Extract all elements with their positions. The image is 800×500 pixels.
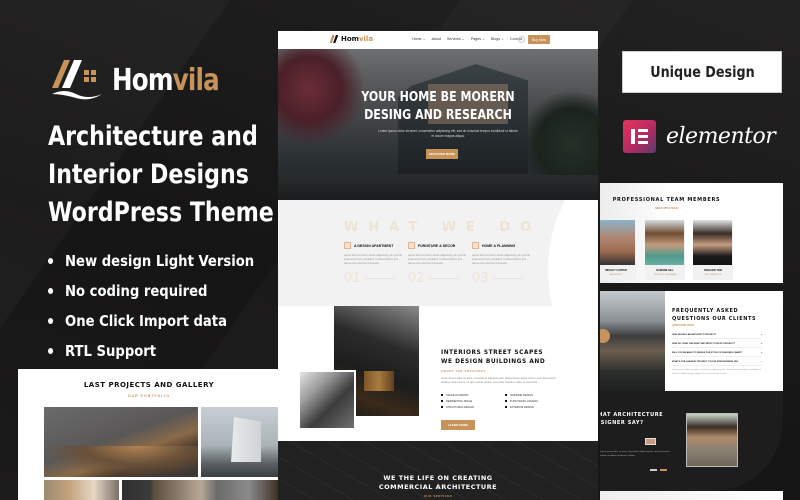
gallery-image-interior (122, 480, 280, 500)
staircase-image (298, 370, 356, 430)
search-icon[interactable] (518, 36, 525, 43)
homvila-logo-icon (52, 60, 102, 100)
interiors-title: INTERIORS STREET SCAPES WE DESIGN BUILDI… (441, 348, 546, 365)
site-navbar: Hom vila Home ⌄ About Services ⌄ Pages ⌄ … (278, 31, 598, 49)
feature-list: New design Light Version No coding requi… (48, 246, 291, 366)
gallery-image-modern-house (201, 407, 280, 477)
nav-item-pages[interactable]: Pages ⌄ (471, 37, 485, 41)
feature-item: No coding required (48, 276, 254, 306)
plus-icon: + (760, 343, 762, 345)
hero-text: Lorem ipsum dolor sit amet, consectetur … (378, 129, 518, 138)
commercial-subtitle: OUR SERVICES (423, 494, 453, 498)
slider-dots (650, 469, 667, 471)
website-mockup: Hom vila Home ⌄ About Services ⌄ Pages ⌄ … (278, 31, 598, 500)
team-section: PROFESSIONAL TEAM MEMBERS MEET WITH TEAM… (600, 183, 783, 283)
nav-menu: Home ⌄ About Services ⌄ Pages ⌄ Blogs ⌄ … (412, 37, 522, 41)
faq-question[interactable]: HOW DO I FIND THE RIGHT ARCHITECT FOR MY… (672, 341, 762, 348)
service-card[interactable]: HOME & PLANNING Ipsum dolor sit amet, di… (472, 242, 532, 286)
headline-line: WordPress Theme (48, 197, 274, 228)
interiors-text: Lorem ipsum dolor sit amet, consectetur … (441, 377, 556, 384)
furniture-icon (408, 242, 415, 249)
nav-item-blogs[interactable]: Blogs ⌄ (491, 37, 504, 41)
elementor-icon (623, 120, 656, 153)
team-member-card[interactable]: RAMONE HILL INTERIOR DESIGNER (645, 220, 685, 280)
nav-item-about[interactable]: About (432, 37, 441, 41)
team-member-card[interactable]: WESLEY CARTER ARCHITECT (600, 220, 636, 280)
site-logo[interactable]: Hom vila (330, 35, 373, 43)
unique-design-badge: Unique Design (622, 51, 782, 93)
feature-list-right: INTERIOR DESIGN FUNCTIONAL AFFAIRS EXTER… (505, 392, 538, 410)
plus-icon: + (760, 352, 762, 354)
inner-page-preview: PROFESSIONAL TEAM MEMBERS MEET WITH TEAM… (600, 183, 783, 500)
feature-item: One Click Import data (48, 306, 254, 336)
faq-question[interactable]: WILL YOU BE ABLE TO DESIGN THE STYLE OF … (672, 350, 762, 357)
promo-headline: Architecture and Interior Designs WordPr… (48, 118, 310, 232)
bullet-icon (48, 288, 54, 294)
feature-list-left: SPACE PLANNING RESIDENTIAL SPACE STRUCTU… (441, 392, 474, 410)
elementor-label: elementor (666, 124, 776, 149)
member-photo (645, 220, 684, 265)
planning-icon (472, 242, 479, 249)
commercial-title: WE THE LIFE ON CREATING COMMERCIAL ARCHI… (378, 474, 498, 491)
faq-house-image (600, 291, 665, 391)
bullet-icon (48, 258, 54, 264)
discover-more-button[interactable]: DISCOVER MORE (426, 149, 458, 159)
headline-line: Architecture and (48, 121, 258, 152)
hero-title: YOUR HOME BE MORERN DESING AND RESEARCH (361, 90, 515, 123)
decorative-curve (548, 200, 598, 306)
faq-section: FREQUENTLY ASKED QUESTIONS OUR CLIENTS Q… (600, 291, 783, 391)
testimonial-photo (686, 413, 738, 467)
commercial-section: WE THE LIFE ON CREATING COMMERCIAL ARCHI… (278, 441, 598, 500)
nav-item-home[interactable]: Home ⌄ (412, 37, 426, 41)
feature-item: RTL Support (48, 336, 254, 366)
list-item: EXTERIOR DESIGN (505, 404, 538, 410)
interiors-subtitle: ABOUT THE ARCHITECT (441, 369, 487, 373)
bullet-icon (48, 318, 54, 324)
team-title: PROFESSIONAL TEAM MEMBERS (612, 197, 721, 203)
brand-name: Homvila (112, 62, 220, 98)
team-member-card[interactable]: RICHARD TOM CEO DIRECTOR (693, 220, 733, 280)
gallery-subtitle: OUR PORTFOLIO (127, 394, 171, 398)
testimonial-text: Lorem ipsum dolor sit amet, consectetur … (600, 451, 670, 457)
member-photo (600, 220, 635, 265)
apartment-icon (344, 242, 351, 249)
gallery-image-staircase (44, 480, 119, 500)
brand-logo: Homvila (50, 58, 242, 102)
slider-dot-active[interactable] (660, 469, 667, 471)
service-card[interactable]: FURNITURE & DECOR Ipsum dolor sit amet, … (408, 242, 468, 286)
service-card[interactable]: A DESIGN APARTMENT Ipsum dolor sit amet,… (344, 242, 404, 286)
gallery-image-curved-roof (44, 407, 198, 477)
member-photo (693, 220, 732, 265)
faq-subtitle: QUESTIONS FROM (672, 324, 694, 327)
team-subtitle: MEET WITH TEAM (655, 207, 678, 210)
gallery-preview: LAST PROJECTS AND GALLERY OUR PORTFOLIO (18, 369, 280, 500)
faq-question[interactable]: HOW SHOULD AN ARCHITECT PROJECT? + (672, 332, 762, 339)
logo-icon (330, 35, 339, 43)
testimonial-section: WHAT ARCHITECTURE DESIGNER SAY? Lorem ip… (600, 391, 783, 491)
faq-answer: Lorem ipsum dolor sit amet, consectetur … (672, 369, 762, 375)
faq-question[interactable]: WHAT'S THE LARGEST PROJECT YOU'VE EVER W… (672, 359, 762, 366)
headline-line: Interior Designs (48, 159, 249, 190)
plus-icon: + (760, 334, 762, 336)
slider-dot[interactable] (650, 469, 657, 471)
buy-now-button[interactable]: Buy Now (528, 35, 550, 44)
list-item: STRUCTURAL DESIGN (441, 404, 474, 410)
section-divider (600, 491, 783, 500)
bullet-icon (48, 348, 54, 354)
feature-item: New design Light Version (48, 246, 254, 276)
nav-item-services[interactable]: Services ⌄ (447, 37, 465, 41)
section-title: WHAT WE DO (344, 220, 542, 235)
elementor-badge: elementor (623, 120, 776, 153)
interiors-section: INTERIORS STREET SCAPES WE DESIGN BUILDI… (278, 306, 598, 441)
hero-section: YOUR HOME BE MORERN DESING AND RESEARCH … (278, 49, 598, 200)
what-we-do-section: WHAT WE DO A DESIGN APARTMENT Ipsum dolo… (278, 200, 598, 306)
testimonial-title: WHAT ARCHITECTURE DESIGNER SAY? (600, 412, 664, 426)
hero-ground (278, 175, 598, 200)
learn-more-button[interactable]: LEARN MORE (441, 420, 475, 430)
gallery-title: LAST PROJECTS AND GALLERY (83, 381, 215, 389)
minus-icon: − (760, 361, 762, 363)
faq-title: FREQUENTLY ASKED QUESTIONS OUR CLIENTS (672, 308, 757, 322)
testimonial-thumbnail[interactable] (645, 438, 656, 445)
